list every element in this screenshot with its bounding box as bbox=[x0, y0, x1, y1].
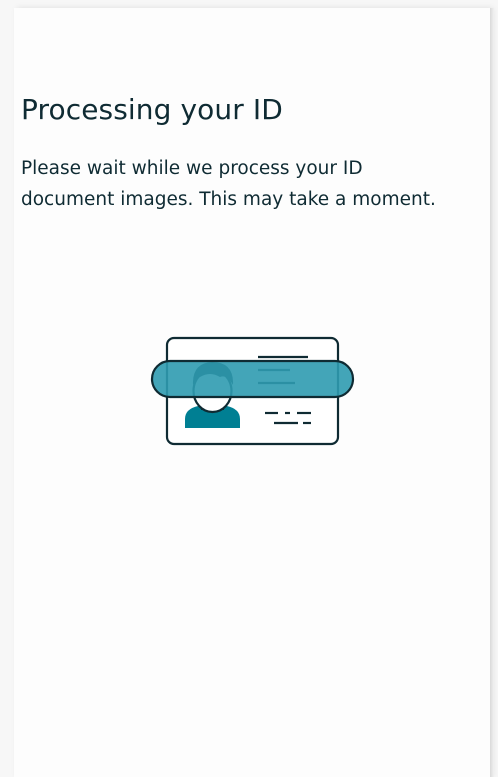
processing-description: Please wait while we process your ID doc… bbox=[21, 158, 436, 210]
id-card-scan-icon bbox=[150, 336, 355, 446]
scan-bar bbox=[150, 359, 355, 399]
page-title: Processing your ID bbox=[21, 93, 283, 126]
screen-edge-shadow bbox=[490, 8, 494, 777]
